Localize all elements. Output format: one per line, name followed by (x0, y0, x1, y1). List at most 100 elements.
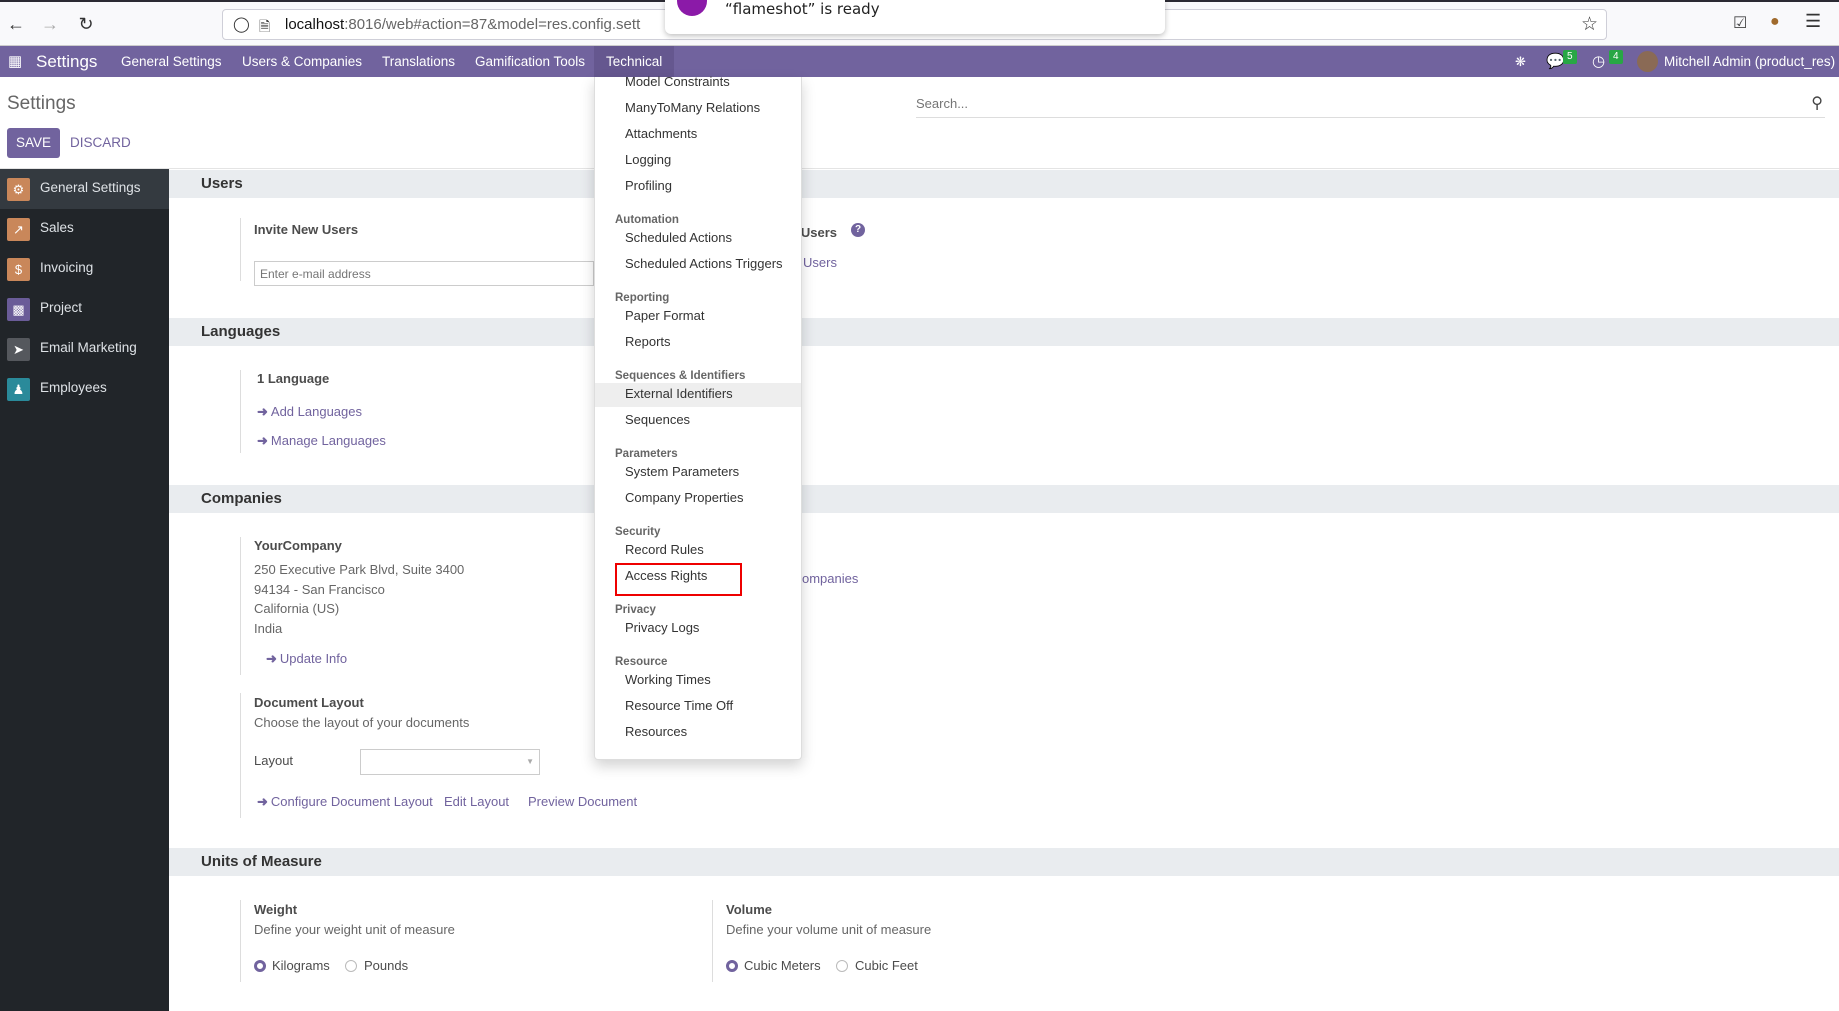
puzzle-icon: ▩ (7, 298, 30, 321)
menu-item-manytomany-relations[interactable]: ManyToMany Relations (595, 97, 801, 121)
menu-gamification-tools[interactable]: Gamification Tools (475, 46, 585, 77)
search-bar: ⚲ (916, 90, 1825, 118)
preview-document-link[interactable]: Preview Document (528, 794, 637, 809)
back-arrow-icon[interactable]: ← (4, 12, 28, 36)
reload-icon[interactable]: ↻ (74, 12, 98, 36)
activities-clock-icon[interactable]: ◷ (1592, 46, 1605, 77)
menu-general-settings[interactable]: General Settings (121, 46, 222, 77)
user-menu[interactable]: Mitchell Admin (product_res) (1664, 46, 1835, 77)
sidebar-item-label: General Settings (40, 180, 141, 195)
volume-label: Volume (726, 902, 772, 917)
chart-icon: ↗ (7, 218, 30, 241)
apps-grid-icon[interactable]: ▦ (8, 46, 22, 77)
add-languages-link[interactable]: ➜ Add Languages (257, 404, 362, 420)
arrow-right-icon: ➜ (257, 794, 268, 809)
menu-item-attachments[interactable]: Attachments (595, 123, 801, 147)
url-host: localhost (285, 16, 345, 33)
page-icon: 🗎 (259, 18, 271, 34)
messages-icon[interactable]: 💬 (1546, 46, 1565, 77)
menu-item-resources[interactable]: Resources (595, 721, 801, 745)
menu-item-logging[interactable]: Logging (595, 149, 801, 173)
language-count: 1 Language (257, 371, 330, 386)
help-icon[interactable]: ? (851, 223, 865, 237)
save-button[interactable]: SAVE (7, 128, 60, 158)
menu-item-scheduled-actions-triggers[interactable]: Scheduled Actions Triggers (595, 253, 801, 277)
section-languages: Languages (169, 318, 1839, 346)
invite-users-label: Invite New Users (254, 222, 359, 237)
manage-companies-link[interactable]: ompanies (802, 571, 858, 586)
company-address-line: 250 Executive Park Blvd, Suite 3400 (254, 562, 465, 577)
menu-item-scheduled-actions[interactable]: Scheduled Actions (595, 227, 801, 251)
sidebar-item-label: Invoicing (40, 260, 94, 275)
extension-monkey-icon[interactable]: ● (1770, 13, 1780, 31)
sidebar-item-sales[interactable]: ↗ Sales (0, 209, 169, 249)
chevron-down-icon: ▼ (526, 757, 534, 766)
menu-item-paper-format[interactable]: Paper Format (595, 305, 801, 329)
browser-toolbar: ← → ↻ ◯ 🗎 localhost:8016/web#action=87&m… (0, 0, 1839, 46)
pocket-icon[interactable]: ☑ (1733, 13, 1747, 33)
menu-item-profiling[interactable]: Profiling (595, 175, 801, 199)
top-navbar: ▦ Settings General Settings Users & Comp… (0, 46, 1839, 77)
sidebar-item-invoicing[interactable]: $ Invoicing (0, 249, 169, 289)
settings-sidebar: ⚙ General Settings ↗ Sales $ Invoicing ▩… (0, 169, 169, 1011)
languages-block (240, 370, 241, 453)
debug-bug-icon[interactable]: ❋ (1515, 46, 1526, 77)
section-users: Users (169, 170, 1839, 198)
search-icon[interactable]: ⚲ (1811, 93, 1823, 113)
menu-header-privacy: Privacy (615, 604, 656, 616)
url-text[interactable]: localhost:8016/web#action=87&model=res.c… (285, 16, 640, 33)
weight-label: Weight (254, 902, 298, 917)
menu-item-sequences[interactable]: Sequences (595, 409, 801, 433)
manage-languages-link[interactable]: ➜ Manage Languages (257, 433, 386, 449)
menu-item-record-rules[interactable]: Record Rules (595, 539, 801, 563)
radio-pounds[interactable] (345, 960, 357, 972)
menu-item-working-times[interactable]: Working Times (595, 669, 801, 693)
sidebar-item-email-marketing[interactable]: ➤ Email Marketing (0, 329, 169, 369)
star-icon[interactable]: ☆ (1581, 13, 1598, 36)
update-info-link[interactable]: ➜ Update Info (266, 651, 347, 667)
radio-cubic-meters[interactable] (726, 960, 738, 972)
invoice-icon: $ (7, 258, 30, 281)
sidebar-item-general-settings[interactable]: ⚙ General Settings (0, 169, 169, 209)
discard-button[interactable]: DISCARD (70, 128, 131, 158)
sidebar-item-employees[interactable]: ♟ Employees (0, 369, 169, 409)
radio-label: Kilograms (272, 958, 330, 973)
toast-text: “flameshot” is ready (725, 0, 880, 18)
avatar[interactable] (1637, 51, 1658, 72)
menu-item-company-properties[interactable]: Company Properties (595, 487, 801, 511)
menu-header-reporting: Reporting (615, 292, 670, 304)
layout-select[interactable]: ▼ (360, 749, 540, 775)
sidebar-item-project[interactable]: ▩ Project (0, 289, 169, 329)
manage-users-link[interactable]: Users (803, 255, 837, 270)
invite-email-input[interactable] (254, 261, 594, 286)
invite-users-block (240, 218, 241, 281)
menu-item-resource-time-off[interactable]: Resource Time Off (595, 695, 801, 719)
app-name[interactable]: Settings (36, 46, 97, 77)
menu-item-privacy-logs[interactable]: Privacy Logs (595, 617, 801, 641)
radio-kilograms[interactable] (254, 960, 266, 972)
hamburger-menu-icon[interactable]: ☰ (1805, 11, 1821, 32)
page-title: Settings (7, 93, 76, 114)
configure-document-layout-link[interactable]: ➜ Configure Document Layout (257, 794, 433, 810)
menu-header-parameters: Parameters (615, 448, 678, 460)
link-text: Configure Document Layout (270, 794, 433, 809)
menu-item-external-identifiers[interactable]: External Identifiers (595, 383, 801, 407)
edit-layout-link[interactable]: Edit Layout (444, 794, 509, 809)
url-path: :8016/web#action=87&model=res.config.set… (344, 16, 641, 33)
gear-icon: ⚙ (7, 178, 30, 201)
people-icon: ♟ (7, 378, 30, 401)
control-panel-divider (0, 168, 1839, 169)
flameshot-icon (677, 0, 707, 16)
shield-icon[interactable]: ◯ (233, 15, 250, 33)
menu-users-companies[interactable]: Users & Companies (242, 46, 362, 77)
menu-item-reports[interactable]: Reports (595, 331, 801, 355)
forward-arrow-icon[interactable]: → (38, 12, 62, 36)
menu-item-model-constraints[interactable]: Model Constraints (595, 71, 801, 95)
company-address-line: California (US) (254, 601, 340, 616)
menu-item-system-parameters[interactable]: System Parameters (595, 461, 801, 485)
menu-translations[interactable]: Translations (382, 46, 455, 77)
radio-label: Pounds (364, 958, 409, 973)
section-title: Languages (201, 323, 281, 340)
search-input[interactable] (916, 92, 1776, 114)
radio-cubic-feet[interactable] (836, 960, 848, 972)
